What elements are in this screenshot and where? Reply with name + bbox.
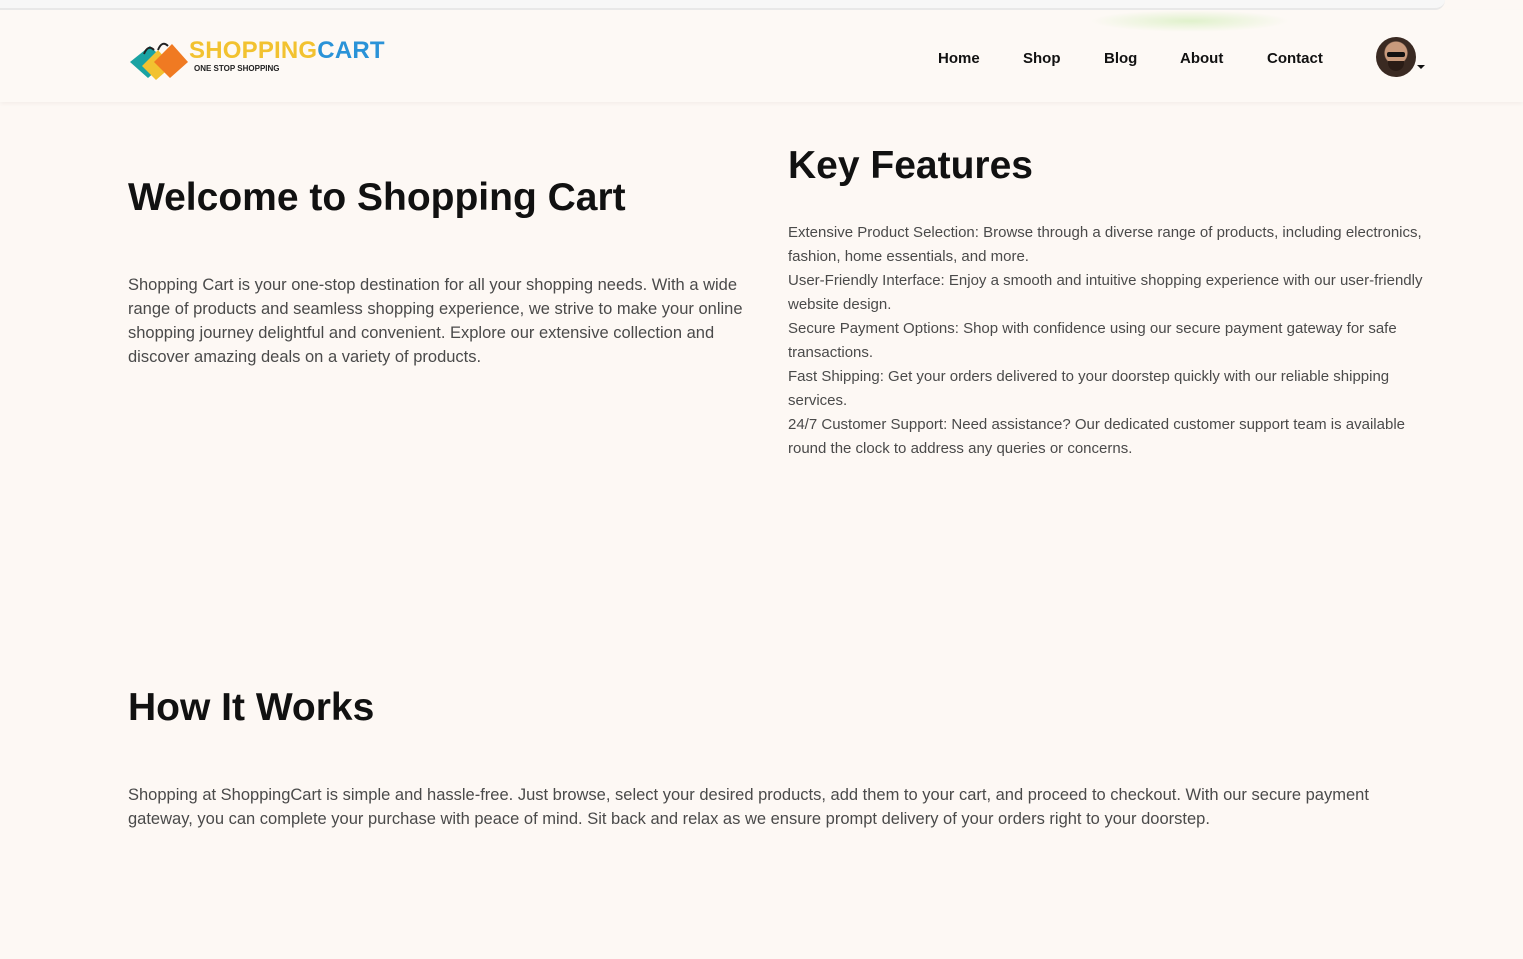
- nav-contact[interactable]: Contact: [1267, 50, 1323, 67]
- browser-top-strip: [0, 0, 1445, 10]
- avatar-beard: [1388, 61, 1404, 71]
- features-title: Key Features: [788, 144, 1033, 187]
- avatar-sunglasses: [1387, 52, 1405, 57]
- brand-name-part2: CART: [317, 37, 385, 64]
- feature-item: Fast Shipping: Get your orders delivered…: [788, 368, 1390, 409]
- chevron-down-icon[interactable]: [1417, 65, 1425, 69]
- nav-blog[interactable]: Blog: [1104, 50, 1137, 67]
- how-it-works-text: Shopping at ShoppingCart is simple and h…: [128, 786, 1369, 828]
- site-header: SHOPPINGCART ONE STOP SHOPPING Home Shop…: [0, 10, 1523, 102]
- brand-name: SHOPPINGCART: [189, 37, 385, 65]
- brand-name-part1: SHOPPING: [189, 37, 318, 64]
- nav-home[interactable]: Home: [938, 50, 980, 67]
- feature-item: User-Friendly Interface: Enjoy a smooth …: [788, 272, 1423, 313]
- feature-item: Secure Payment Options: Shop with confid…: [788, 320, 1397, 361]
- feature-item: 24/7 Customer Support: Need assistance? …: [788, 416, 1405, 457]
- nav-about[interactable]: About: [1180, 50, 1223, 67]
- shopping-bags-icon: [130, 42, 188, 80]
- welcome-title: Welcome to Shopping Cart: [128, 176, 626, 219]
- site-logo[interactable]: SHOPPINGCART ONE STOP SHOPPING: [128, 36, 388, 84]
- user-avatar[interactable]: [1376, 37, 1416, 77]
- how-it-works-title: How It Works: [128, 686, 375, 729]
- feature-item: Extensive Product Selection: Browse thro…: [788, 224, 1422, 265]
- header-glow: [1090, 10, 1290, 32]
- welcome-text: Shopping Cart is your one-stop destinati…: [128, 276, 743, 366]
- nav-shop[interactable]: Shop: [1023, 50, 1061, 67]
- features-list: Extensive Product Selection: Browse thro…: [788, 221, 1428, 461]
- brand-tagline: ONE STOP SHOPPING: [194, 64, 280, 73]
